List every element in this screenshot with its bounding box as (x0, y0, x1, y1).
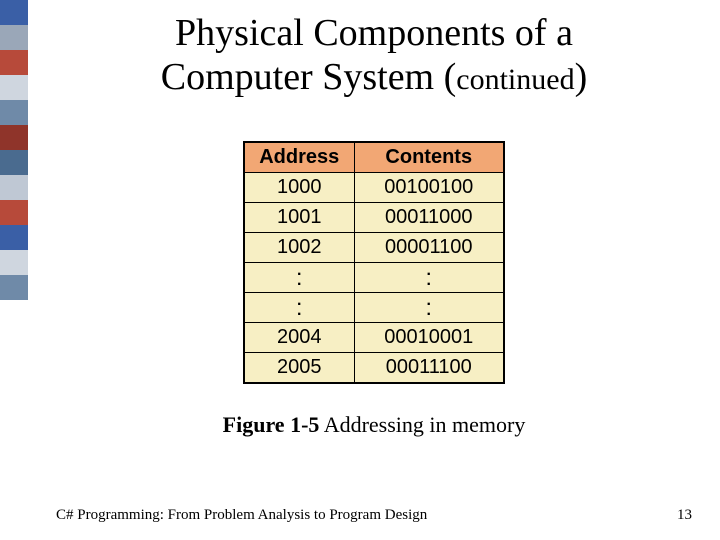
title-line2c: ) (575, 56, 588, 98)
cell-contents: 00011100 (354, 353, 504, 384)
cell-contents: 00010001 (354, 323, 504, 353)
memory-table-body: 1000 00100100 1001 00011000 1002 0000110… (244, 173, 504, 384)
table-row: 2004 00010001 (244, 323, 504, 353)
cell-address: 2005 (244, 353, 354, 384)
title-continued: continued (456, 63, 574, 96)
table-row: 1001 00011000 (244, 203, 504, 233)
cell-ellipsis: .. (244, 263, 354, 293)
slide-footer: C# Programming: From Problem Analysis to… (28, 507, 720, 524)
cell-ellipsis: .. (354, 263, 504, 293)
table-row: 1000 00100100 (244, 173, 504, 203)
table-row: 2005 00011100 (244, 353, 504, 384)
slide-body: Physical Components of a Computer System… (28, 0, 720, 540)
footer-book-title: C# Programming: From Problem Analysis to… (56, 507, 427, 524)
header-contents: Contents (354, 142, 504, 173)
title-line2a: Computer System ( (161, 56, 457, 98)
cell-address: 1001 (244, 203, 354, 233)
cell-contents: 00100100 (354, 173, 504, 203)
slide-title: Physical Components of a Computer System… (28, 0, 720, 105)
cell-ellipsis: .. (354, 293, 504, 323)
table-row-ellipsis: .. .. (244, 263, 504, 293)
cell-contents: 00011000 (354, 203, 504, 233)
cell-address: 2004 (244, 323, 354, 353)
header-address: Address (244, 142, 354, 173)
cell-contents: 00001100 (354, 233, 504, 263)
figure-caption-text: Addressing in memory (319, 412, 525, 437)
decorative-left-strip (0, 0, 28, 300)
table-row: 1002 00001100 (244, 233, 504, 263)
figure-wrapper: Address Contents 1000 00100100 1001 0001… (28, 141, 720, 384)
footer-page-number: 13 (677, 507, 692, 524)
table-row-ellipsis: .. .. (244, 293, 504, 323)
figure-label: Figure 1-5 (223, 412, 320, 437)
cell-address: 1000 (244, 173, 354, 203)
cell-ellipsis: .. (244, 293, 354, 323)
title-line1: Physical Components of a (175, 12, 573, 54)
memory-table: Address Contents 1000 00100100 1001 0001… (243, 141, 505, 384)
cell-address: 1002 (244, 233, 354, 263)
figure-caption: Figure 1-5 Addressing in memory (28, 412, 720, 438)
